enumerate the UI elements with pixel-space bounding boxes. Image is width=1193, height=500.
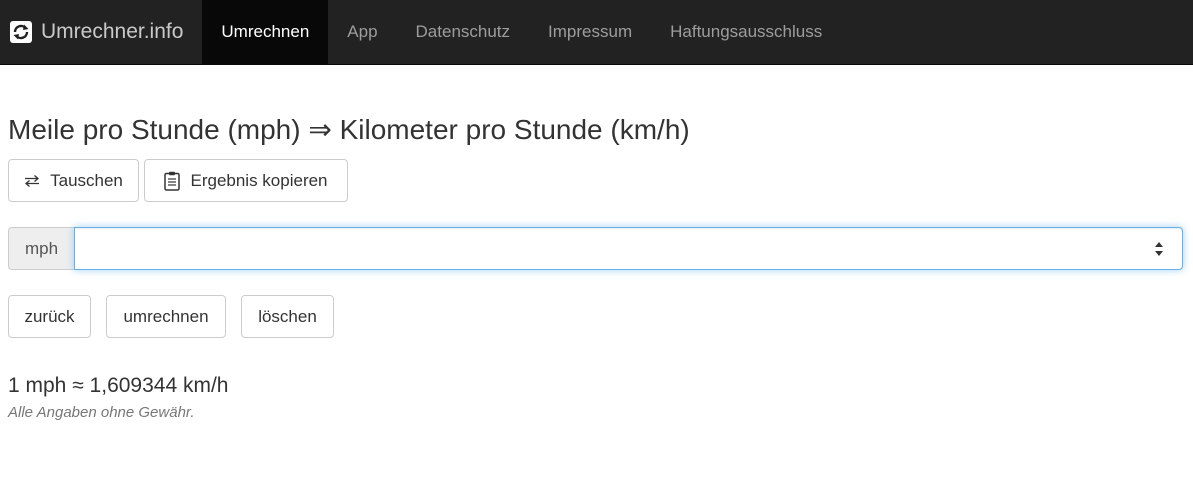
nav-item-umrechnen[interactable]: Umrechnen — [202, 0, 329, 64]
page-title: Meile pro Stunde (mph) ⇒ Kilometer pro S… — [8, 114, 690, 145]
brand-name: Umrechner.info — [41, 20, 184, 43]
number-spinner[interactable] — [1152, 241, 1166, 257]
clear-button[interactable]: löschen — [241, 295, 334, 338]
mph-input-wrapper — [74, 227, 1183, 270]
mph-input[interactable] — [75, 228, 1182, 269]
conversion-result: 1 mph ≈ 1,609344 km/h — [8, 374, 229, 397]
copy-result-label: Ergebnis kopieren — [190, 170, 328, 190]
nav-item-haftungsausschluss[interactable]: Haftungsausschluss — [651, 0, 841, 64]
brand-link[interactable]: Umrechner.info — [0, 0, 202, 64]
refresh-icon — [10, 21, 32, 43]
clipboard-icon — [164, 171, 181, 191]
unit-addon: mph — [8, 227, 74, 270]
mph-input-group: mph — [8, 227, 1183, 270]
copy-result-button[interactable]: Ergebnis kopieren — [144, 159, 348, 202]
back-button[interactable]: zurück — [8, 295, 91, 338]
swap-button-label: Tauschen — [50, 170, 123, 190]
swap-arrows-icon — [24, 174, 40, 187]
spinner-arrows-icon — [1155, 242, 1163, 256]
nav-item-app[interactable]: App — [328, 0, 396, 64]
convert-button[interactable]: umrechnen — [106, 295, 226, 338]
nav-item-impressum[interactable]: Impressum — [529, 0, 651, 64]
top-navbar: Umrechner.info Umrechnen App Datenschutz… — [0, 0, 1193, 65]
swap-button[interactable]: Tauschen — [8, 159, 139, 202]
nav-item-datenschutz[interactable]: Datenschutz — [397, 0, 530, 64]
disclaimer-text: Alle Angaben ohne Gewähr. — [8, 404, 195, 421]
